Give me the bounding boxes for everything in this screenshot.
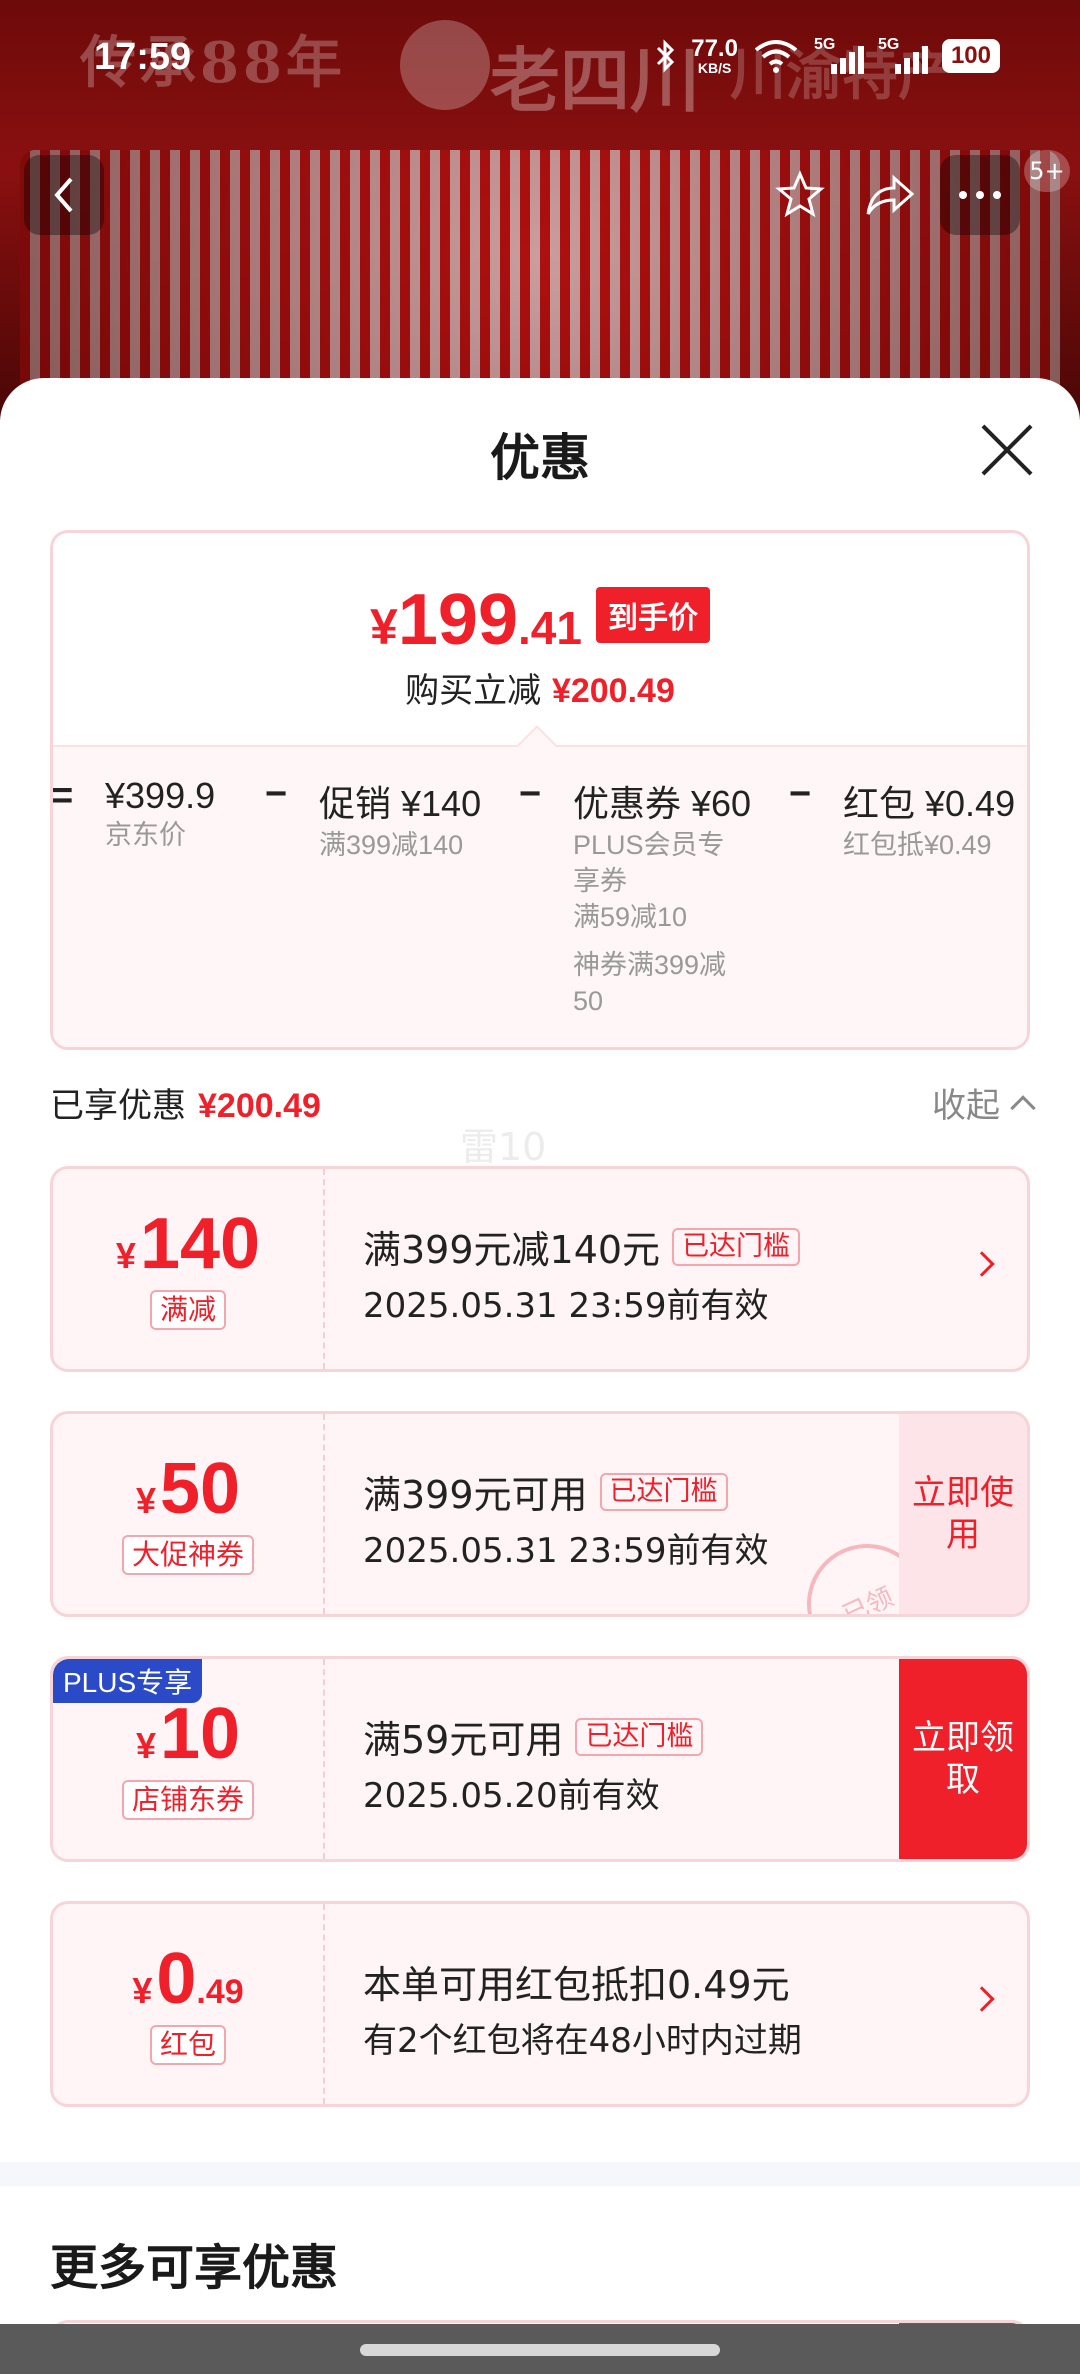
enjoyed-discount: 已享优惠 ¥200.49 — [50, 1086, 321, 1126]
page: 传承88年 老四川 川渝特产 17:59 77.0 KB/S 5G 5G 100 — [0, 0, 1080, 2374]
signal-1-icon: 5G — [814, 36, 864, 76]
discount-card-red-packet[interactable]: ¥0.49 红包 本单可用红包抵扣0.49元 有2个红包将在48小时内过期 — [50, 1901, 1030, 2107]
discount-amount: ¥140 — [115, 1204, 261, 1284]
discount-validity: 有2个红包将在48小时内过期 — [363, 2021, 802, 2061]
ghost-text: 雷10 — [460, 1125, 547, 1169]
status-time: 17:59 — [94, 36, 192, 78]
favorite-button[interactable] — [760, 155, 840, 235]
signal-2-icon: 5G — [878, 36, 928, 76]
discount-amount: ¥50 — [135, 1449, 241, 1529]
use-now-button[interactable]: 立即使用 — [899, 1414, 1027, 1614]
minus-sign: − — [519, 773, 542, 815]
gesture-bar — [0, 2324, 1080, 2374]
price-breakdown: = ¥399.9 京东价 − 促销 ¥140 满399减140 − 优惠券 ¥6… — [51, 725, 1027, 1047]
claim-now-button[interactable]: 立即领取 — [899, 1659, 1027, 1859]
more-button[interactable] — [940, 155, 1020, 235]
share-button[interactable] — [850, 155, 930, 235]
star-icon — [775, 170, 825, 218]
threshold-badge: 已达门槛 — [599, 1472, 728, 1511]
discount-kind: 大促神券 — [121, 1535, 254, 1575]
term-red-packet: 红包 ¥0.49 红包抵¥0.49 — [843, 783, 1016, 860]
price-summary: ¥199.41 到手价 购买立减 ¥200.49 = ¥399.9 京东价 − … — [50, 530, 1030, 1050]
term-jd-price: ¥399.9 京东价 — [105, 775, 216, 850]
discount-card-store-coupon: PLUS专享 ¥10 店铺东券 满59元可用 已达门槛 2025.05.20前有效… — [50, 1656, 1030, 1862]
threshold-badge: 已达门槛 — [672, 1227, 801, 1266]
wifi-icon — [754, 40, 798, 73]
summary-header: ¥199.41 到手价 购买立减 ¥200.49 — [53, 533, 1027, 745]
share-icon — [866, 174, 915, 215]
home-indicator[interactable] — [360, 2344, 720, 2356]
minus-sign: − — [789, 773, 812, 815]
discount-validity: 2025.05.20前有效 — [363, 1776, 660, 1816]
collapse-button[interactable]: 收起 — [932, 1078, 1036, 1127]
discount-kind: 满减 — [149, 1290, 226, 1330]
status-icons: 77.0 KB/S 5G 5G 100 — [655, 36, 1000, 76]
term-promotion: 促销 ¥140 满399减140 — [319, 783, 482, 860]
reduce-line: 购买立减 ¥200.49 — [405, 671, 675, 711]
discount-kind: 店铺东券 — [121, 1780, 254, 1820]
discount-amount: ¥0.49 — [132, 1939, 244, 2019]
discount-rule: 满399元可用 — [363, 1473, 588, 1517]
term-coupon: 优惠券 ¥60 PLUS会员专 享券 满59减10 神券满399减 50 — [573, 783, 752, 1016]
section-divider — [0, 2162, 1080, 2186]
threshold-badge: 已达门槛 — [575, 1717, 704, 1756]
discount-rule: 满59元可用 — [363, 1718, 564, 1762]
chevron-up-icon — [1010, 1094, 1036, 1121]
discount-sheet: 优惠 ¥199.41 到手价 购买立减 ¥200.49 = ¥399.9 京东价… — [0, 378, 1080, 2374]
chevron-right-icon — [969, 1251, 995, 1277]
discount-validity: 2025.05.31 23:59前有效 — [363, 1286, 769, 1326]
hand-price-tag: 到手价 — [595, 587, 710, 643]
discount-card-promo-coupon: ¥50 大促神券 满399元可用 已达门槛 2025.05.31 23:59前有效… — [50, 1411, 1030, 1617]
discount-kind: 红包 — [149, 2025, 226, 2065]
final-price: ¥199.41 到手价 — [53, 579, 1027, 661]
back-button[interactable] — [24, 155, 104, 235]
bluetooth-icon — [657, 39, 675, 73]
discount-rule: 满399元减140元 — [363, 1228, 661, 1272]
net-speed: 77.0 KB/S — [691, 35, 738, 76]
status-bar: 17:59 77.0 KB/S 5G 5G 100 — [0, 0, 1080, 120]
equals-sign: = — [51, 775, 74, 817]
discount-card-full-reduction[interactable]: ¥140 满减 满399元减140元 已达门槛 2025.05.31 23:59前… — [50, 1166, 1030, 1372]
final-price-value: ¥199.41 — [370, 580, 582, 660]
chevron-right-icon — [969, 1986, 995, 2012]
close-icon[interactable] — [978, 422, 1034, 478]
sheet-title: 优惠 — [490, 429, 590, 487]
battery-icon: 100 — [941, 39, 1000, 73]
discount-validity: 2025.05.31 23:59前有效 — [363, 1531, 769, 1571]
discount-rule: 本单可用红包抵扣0.49元 — [363, 1963, 790, 2007]
more-icon — [959, 191, 1001, 199]
minus-sign: − — [265, 773, 288, 815]
message-badge: 5+ — [1024, 150, 1070, 192]
more-discounts-title: 更多可享优惠 — [50, 2240, 339, 2296]
back-chevron-icon — [54, 177, 73, 213]
discount-amount: ¥10 — [135, 1694, 241, 1774]
